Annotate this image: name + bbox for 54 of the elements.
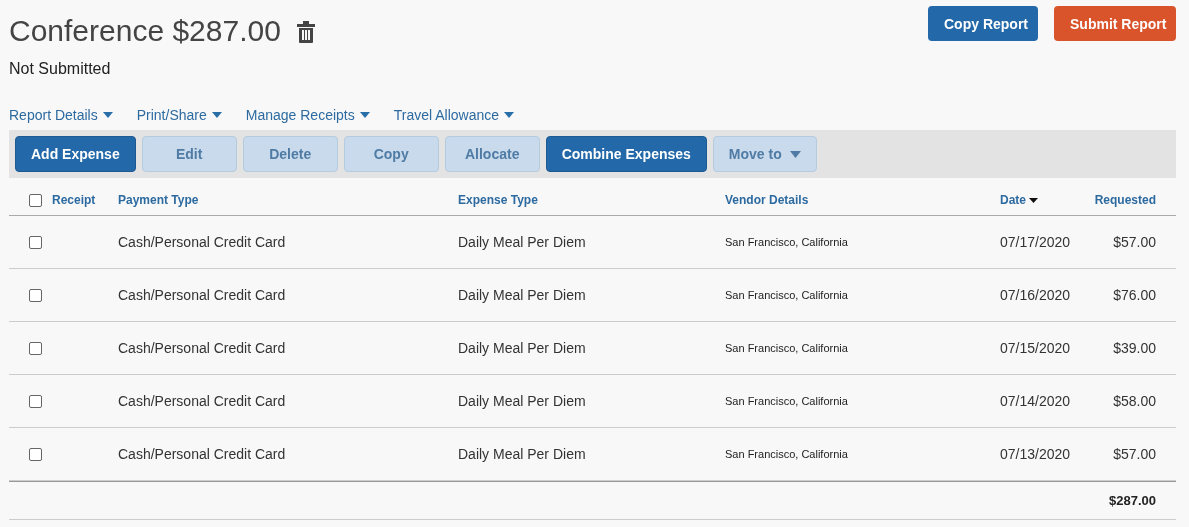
table-cell: San Francisco, California bbox=[725, 395, 848, 407]
table-cell: San Francisco, California bbox=[725, 289, 848, 301]
row-checkbox[interactable] bbox=[28, 341, 42, 355]
row-checkbox[interactable] bbox=[28, 447, 42, 461]
column-header[interactable]: Receipt bbox=[52, 193, 96, 207]
table-cell: 07/17/2020 bbox=[1000, 234, 1071, 250]
select-all-checkbox[interactable] bbox=[28, 193, 42, 207]
table-cell: Daily Meal Per Diem bbox=[458, 446, 586, 462]
table-cell: Cash/Personal Credit Card bbox=[118, 234, 286, 250]
table-cell: $57.00 bbox=[1113, 446, 1156, 462]
menu-link[interactable]: Travel Allowance bbox=[393, 107, 514, 123]
caret-icon bbox=[504, 112, 514, 118]
table-cell: Cash/Personal Credit Card bbox=[118, 446, 286, 462]
table-cell: $39.00 bbox=[1113, 340, 1156, 356]
table-cell: 07/16/2020 bbox=[1000, 287, 1071, 303]
table-cell: 07/14/2020 bbox=[1000, 393, 1071, 409]
column-header[interactable]: Requested bbox=[1094, 193, 1156, 207]
table-cell: $76.00 bbox=[1113, 287, 1156, 303]
table-cell: Daily Meal Per Diem bbox=[458, 287, 586, 303]
table-cell: Daily Meal Per Diem bbox=[458, 340, 586, 356]
table-cell: Daily Meal Per Diem bbox=[458, 393, 586, 409]
table-cell: San Francisco, California bbox=[725, 342, 848, 354]
table-cell: $57.00 bbox=[1113, 234, 1156, 250]
table-cell: San Francisco, California bbox=[725, 448, 848, 460]
column-header[interactable]: Expense Type bbox=[458, 193, 538, 207]
row-checkbox[interactable] bbox=[28, 288, 42, 302]
trash-icon[interactable] bbox=[296, 21, 315, 43]
table-cell: Cash/Personal Credit Card bbox=[118, 340, 286, 356]
table-cell: Daily Meal Per Diem bbox=[458, 234, 586, 250]
sort-caret-icon bbox=[1029, 197, 1038, 203]
caret-icon bbox=[359, 112, 370, 118]
header-button[interactable]: Submit Report bbox=[1054, 6, 1176, 41]
table-cell: Cash/Personal Credit Card bbox=[118, 393, 286, 409]
header-button[interactable]: Copy Report bbox=[928, 6, 1038, 41]
table-cell: 07/15/2020 bbox=[1000, 340, 1071, 356]
toolbar-button[interactable]: Add Expense bbox=[15, 136, 136, 172]
toolbar-button[interactable]: Combine Expenses bbox=[545, 136, 707, 172]
column-header[interactable]: Vendor Details bbox=[725, 193, 809, 207]
report-title: Conference $287.00 bbox=[9, 14, 281, 48]
column-header[interactable]: Date bbox=[1000, 193, 1038, 207]
table-cell: San Francisco, California bbox=[725, 236, 848, 248]
total-amount: $287.00 bbox=[1109, 493, 1156, 508]
table-cell: 07/13/2020 bbox=[1000, 446, 1071, 462]
column-header[interactable]: Payment Type bbox=[118, 193, 199, 207]
menu-link[interactable]: Manage Receipts bbox=[245, 107, 370, 123]
menu-link[interactable]: Print/Share bbox=[136, 107, 222, 123]
report-status: Not Submitted bbox=[9, 60, 112, 78]
table-cell: Cash/Personal Credit Card bbox=[118, 287, 286, 303]
caret-icon bbox=[211, 112, 222, 118]
row-checkbox[interactable] bbox=[28, 394, 42, 408]
row-checkbox[interactable] bbox=[28, 235, 42, 249]
caret-icon bbox=[102, 112, 113, 118]
menu-link[interactable]: Report Details bbox=[9, 107, 113, 123]
table-cell: $58.00 bbox=[1113, 393, 1156, 409]
